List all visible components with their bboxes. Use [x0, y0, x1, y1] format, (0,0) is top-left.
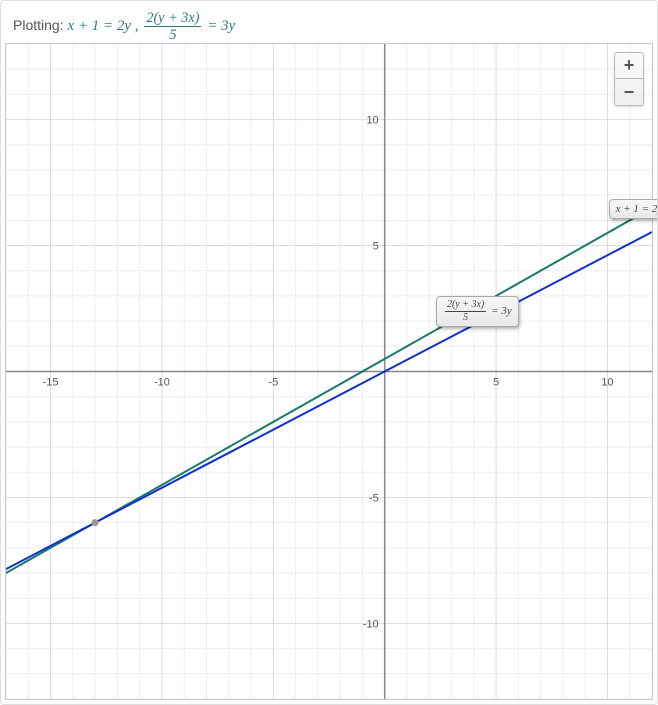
svg-text:-5: -5	[369, 492, 379, 504]
title-prefix: Plotting:	[13, 17, 67, 33]
title-eq2: 2(y + 3x) 5 = 3y	[142, 18, 235, 34]
plot-area[interactable]: -15-10-5510-10-5510 + − x + 1 = 2y 2(y +…	[5, 43, 653, 700]
svg-text:-5: -5	[268, 377, 278, 389]
plot-title: Plotting: x + 1 = 2y , 2(y + 3x) 5 = 3y	[1, 1, 657, 49]
svg-text:10: 10	[601, 377, 613, 389]
series-label-1[interactable]: x + 1 = 2y	[609, 199, 658, 219]
title-eq1: x + 1 = 2y	[67, 18, 134, 34]
zoom-controls: + −	[614, 52, 644, 106]
svg-text:-10: -10	[154, 377, 170, 389]
svg-text:-15: -15	[43, 377, 59, 389]
zoom-in-button[interactable]: +	[615, 53, 643, 79]
series-label-2[interactable]: 2(y + 3x) 5 = 3y	[436, 296, 519, 327]
plot-canvas[interactable]: -15 -10 -5 5 10 -10 -5 5 10	[6, 44, 652, 699]
zoom-out-button[interactable]: −	[615, 79, 643, 105]
svg-text:5: 5	[373, 241, 379, 253]
svg-text:-10: -10	[363, 618, 379, 630]
svg-text:10: 10	[366, 115, 378, 127]
svg-text:5: 5	[493, 377, 499, 389]
plot-container: Plotting: x + 1 = 2y , 2(y + 3x) 5 = 3y …	[0, 0, 658, 705]
